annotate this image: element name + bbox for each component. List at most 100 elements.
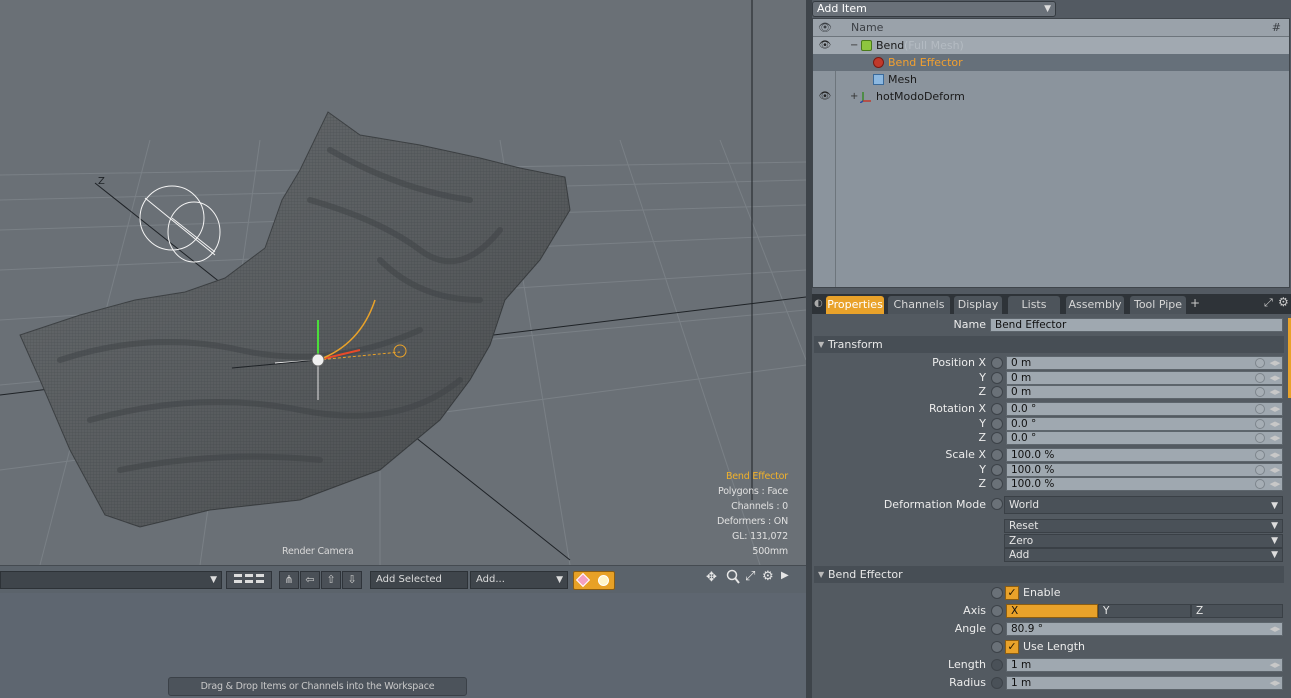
reset-dot-icon[interactable] bbox=[1255, 358, 1265, 368]
scale-z-field[interactable]: 100.0 % bbox=[1006, 477, 1283, 491]
radius-field[interactable]: 1 m bbox=[1006, 676, 1283, 690]
reset-dot-icon[interactable] bbox=[1255, 404, 1265, 414]
list-item[interactable]: Mesh bbox=[813, 71, 1289, 88]
reset-dot-icon[interactable] bbox=[1255, 465, 1265, 475]
expand-icon[interactable]: + bbox=[850, 88, 858, 105]
tree-icon[interactable]: ⋔ bbox=[279, 571, 299, 589]
spinner-icon[interactable]: ◀▶ bbox=[1269, 677, 1281, 689]
spinner-icon[interactable]: ◀▶ bbox=[1269, 386, 1281, 398]
play-icon[interactable]: ▶ bbox=[781, 570, 789, 581]
add-selected-button[interactable]: Add Selected bbox=[370, 571, 468, 589]
add-item-dropdown[interactable]: Add Item ▼ bbox=[812, 1, 1056, 17]
arrow-left-icon[interactable]: ⇦ bbox=[300, 571, 320, 589]
expand-panel-icon[interactable]: ⤢ bbox=[1264, 296, 1273, 310]
add-dropdown[interactable]: Add... ▼ bbox=[470, 571, 568, 589]
channel-dot[interactable] bbox=[991, 418, 1003, 430]
tab-tool-pipe[interactable]: Tool Pipe bbox=[1130, 296, 1186, 314]
axis-option-x[interactable]: X bbox=[1006, 604, 1098, 618]
zero-dropdown[interactable]: Zero ▼ bbox=[1004, 534, 1283, 548]
channel-dot[interactable] bbox=[991, 659, 1003, 671]
scale-x-field[interactable]: 100.0 % bbox=[1006, 448, 1283, 462]
reset-dot-icon[interactable] bbox=[1255, 387, 1265, 397]
collapse-icon[interactable]: − bbox=[850, 37, 858, 54]
channel-dot[interactable] bbox=[991, 478, 1003, 490]
bend-effector-section-header[interactable]: ▼ Bend Effector bbox=[814, 566, 1284, 583]
tab-channels[interactable]: Channels bbox=[888, 296, 950, 314]
tab-display[interactable]: Display bbox=[954, 296, 1002, 314]
position-x-field[interactable]: 0 m bbox=[1006, 356, 1283, 370]
spinner-icon[interactable]: ◀▶ bbox=[1269, 357, 1281, 369]
position-z-field[interactable]: 0 m bbox=[1006, 385, 1283, 399]
spinner-icon[interactable]: ◀▶ bbox=[1269, 372, 1281, 384]
rotation-z-field[interactable]: 0.0 ° bbox=[1006, 431, 1283, 445]
axis-option-z[interactable]: Z bbox=[1191, 604, 1283, 618]
spinner-icon[interactable]: ◀▶ bbox=[1269, 623, 1281, 635]
spinner-icon[interactable]: ◀▶ bbox=[1269, 449, 1281, 461]
gear-icon[interactable]: ⚙ bbox=[762, 569, 774, 584]
enable-checkbox[interactable]: ✓ bbox=[1005, 586, 1019, 600]
eye-icon[interactable]: 👁 bbox=[817, 88, 833, 105]
channel-dot[interactable] bbox=[991, 587, 1003, 599]
arrow-down-icon[interactable]: ⇩ bbox=[342, 571, 362, 589]
3d-viewport[interactable]: Z Bend Effector Polygons : Face Channels… bbox=[0, 0, 806, 565]
reset-dot-icon[interactable] bbox=[1255, 373, 1265, 383]
reset-dot-icon[interactable] bbox=[1255, 479, 1265, 489]
deformation-mode-select[interactable]: World ▼ bbox=[1004, 496, 1283, 514]
workspace-dropdown[interactable]: ▼ bbox=[0, 571, 222, 589]
spinner-icon[interactable]: ◀▶ bbox=[1269, 478, 1281, 490]
move-icon[interactable]: ✥ bbox=[706, 570, 717, 585]
scene-canvas[interactable]: Z bbox=[0, 0, 806, 565]
channel-dot[interactable] bbox=[991, 464, 1003, 476]
column-name[interactable]: Name bbox=[851, 19, 883, 37]
gear-icon[interactable]: ⚙ bbox=[1278, 295, 1289, 309]
maximize-icon[interactable]: ⤢ bbox=[745, 569, 755, 584]
angle-field[interactable]: 80.9 ° bbox=[1006, 622, 1283, 636]
spinner-icon[interactable]: ◀▶ bbox=[1269, 464, 1281, 476]
tab-properties[interactable]: Properties bbox=[826, 296, 884, 314]
spinner-icon[interactable]: ◀▶ bbox=[1269, 418, 1281, 430]
eye-icon[interactable]: 👁 bbox=[817, 19, 833, 37]
grid-layout-icon[interactable] bbox=[226, 571, 272, 589]
arrow-up-icon[interactable]: ⇧ bbox=[321, 571, 341, 589]
spinner-icon[interactable]: ◀▶ bbox=[1269, 432, 1281, 444]
zoom-icon[interactable] bbox=[726, 569, 740, 588]
channel-dot[interactable] bbox=[991, 641, 1003, 653]
add-tab-button[interactable]: + bbox=[1190, 296, 1200, 310]
channel-dot[interactable] bbox=[991, 432, 1003, 444]
panel-menu-icon[interactable]: ◐ bbox=[814, 298, 823, 309]
channel-dot[interactable] bbox=[991, 372, 1003, 384]
spinner-icon[interactable]: ◀▶ bbox=[1269, 659, 1281, 671]
axis-option-y[interactable]: Y bbox=[1098, 604, 1191, 618]
channel-dot[interactable] bbox=[991, 677, 1003, 689]
channel-dot[interactable] bbox=[991, 498, 1003, 510]
channel-dot[interactable] bbox=[991, 449, 1003, 461]
length-field[interactable]: 1 m bbox=[1006, 658, 1283, 672]
channel-dot[interactable] bbox=[991, 403, 1003, 415]
list-item[interactable]: Bend Effector bbox=[813, 54, 1289, 71]
rotation-x-field[interactable]: 0.0 ° bbox=[1006, 402, 1283, 416]
reset-dropdown[interactable]: Reset ▼ bbox=[1004, 519, 1283, 533]
list-item[interactable]: 👁 − Bend (Full Mesh) bbox=[813, 37, 1289, 54]
channel-dot[interactable] bbox=[991, 605, 1003, 617]
column-count[interactable]: # bbox=[1272, 19, 1281, 37]
schematic-workspace[interactable]: Drag & Drop Items or Channels into the W… bbox=[0, 594, 806, 698]
use-length-checkbox[interactable]: ✓ bbox=[1005, 640, 1019, 654]
transform-section-header[interactable]: ▼ Transform bbox=[814, 336, 1284, 353]
spinner-icon[interactable]: ◀▶ bbox=[1269, 403, 1281, 415]
position-y-field[interactable]: 0 m bbox=[1006, 371, 1283, 385]
reset-dot-icon[interactable] bbox=[1255, 450, 1265, 460]
keyframe-diamond-icon[interactable] bbox=[575, 572, 591, 588]
channel-dot[interactable] bbox=[991, 386, 1003, 398]
name-field[interactable]: Bend Effector bbox=[990, 318, 1283, 332]
tab-assembly[interactable]: Assembly bbox=[1066, 296, 1124, 314]
add-dropdown[interactable]: Add ▼ bbox=[1004, 548, 1283, 562]
record-dot-icon[interactable] bbox=[598, 575, 609, 586]
channel-dot[interactable] bbox=[991, 357, 1003, 369]
reset-dot-icon[interactable] bbox=[1255, 433, 1265, 443]
reset-dot-icon[interactable] bbox=[1255, 419, 1265, 429]
list-item[interactable]: 👁 + hotModoDeform bbox=[813, 88, 1289, 105]
channel-dot[interactable] bbox=[991, 623, 1003, 635]
rotation-y-field[interactable]: 0.0 ° bbox=[1006, 417, 1283, 431]
item-tree[interactable]: 👁 Name # 👁 − Bend (Full Mesh) Bend Effec… bbox=[812, 18, 1290, 288]
eye-icon[interactable]: 👁 bbox=[817, 37, 833, 54]
